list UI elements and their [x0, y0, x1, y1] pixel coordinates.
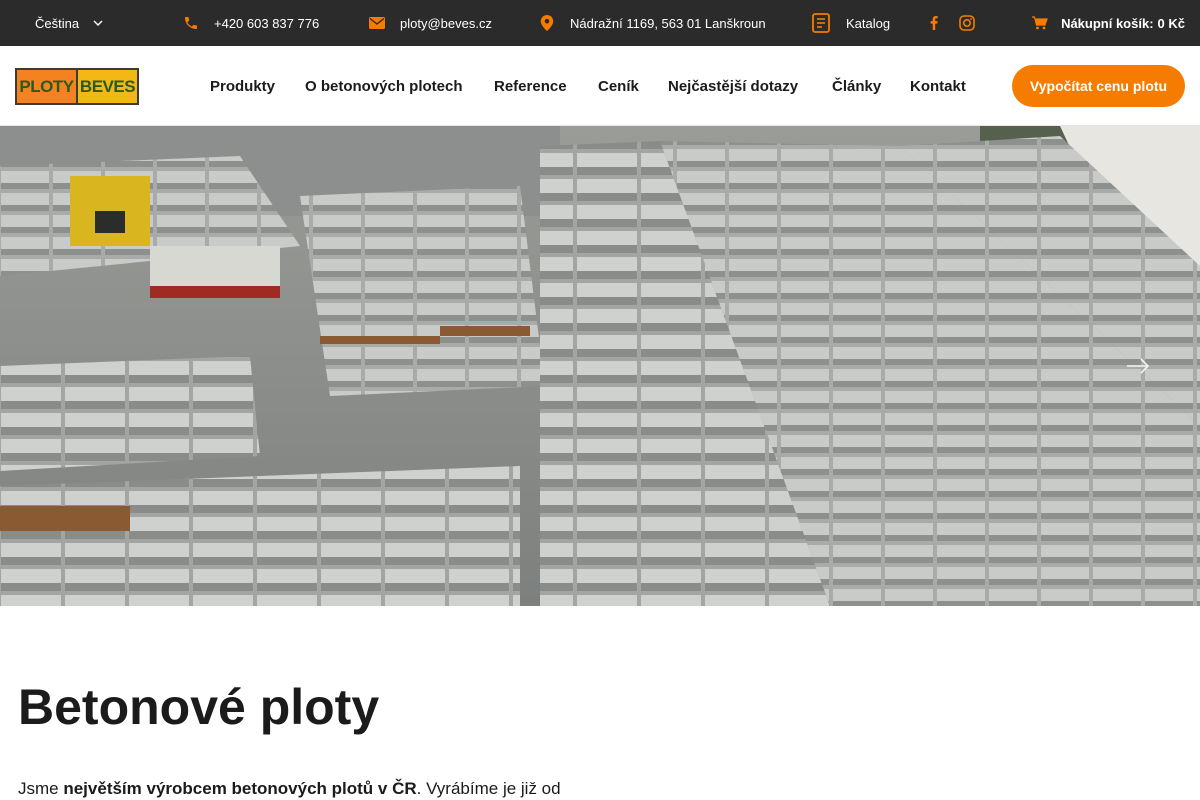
address-link[interactable]: Nádražní 1169, 563 01 Lanškroun — [538, 0, 766, 46]
map-pin-icon — [538, 14, 556, 32]
catalog-text: Katalog — [846, 15, 891, 31]
intro-bold: největším výrobcem betonových plotů v ČR — [63, 779, 417, 798]
logo[interactable]: PLOTY BEVES — [15, 68, 139, 105]
nav-item-reference[interactable]: Reference — [494, 46, 567, 126]
hero-slider — [0, 126, 1200, 606]
phone-icon — [182, 14, 200, 32]
phone-text: +420 603 837 776 — [214, 15, 320, 31]
catalog-link[interactable]: Katalog — [811, 0, 890, 46]
cart-link[interactable]: Nákupní košík: 0 Kč — [1031, 0, 1185, 46]
cart-value: 0 Kč — [1157, 15, 1185, 31]
facebook-link[interactable] — [930, 0, 938, 46]
address-text: Nádražní 1169, 563 01 Lanškroun — [570, 15, 766, 31]
language-selector[interactable]: Čeština — [35, 0, 105, 46]
calculate-price-button[interactable]: Vypočítat cenu plotu — [1012, 65, 1185, 107]
intro-end: . Vyrábíme je již od — [416, 779, 561, 798]
language-label: Čeština — [35, 15, 80, 31]
cart-icon — [1031, 14, 1049, 32]
logo-part-ploty: PLOTY — [17, 70, 78, 103]
nav-item-nejcastejsi-dotazy[interactable]: Nejčastější dotazy — [668, 46, 798, 126]
main-header: PLOTY BEVES Produkty O betonových plotec… — [0, 46, 1200, 126]
email-link[interactable]: ploty@beves.cz — [368, 0, 492, 46]
instagram-icon — [959, 15, 975, 31]
cart-label: Nákupní košík: — [1061, 15, 1154, 31]
nav-item-kontakt[interactable]: Kontakt — [910, 46, 966, 126]
nav-item-o-betonovych-plotech[interactable]: O betonových plotech — [305, 46, 463, 126]
intro-text: Jsme největším výrobcem betonových plotů… — [18, 779, 561, 799]
chevron-down-icon — [91, 16, 105, 30]
slider-next-button[interactable] — [1120, 348, 1156, 384]
instagram-link[interactable] — [959, 0, 975, 46]
arrow-right-icon — [1127, 358, 1150, 374]
hero-image — [0, 126, 1200, 606]
email-text: ploty@beves.cz — [400, 15, 492, 31]
document-icon — [811, 12, 831, 34]
logo-part-beves: BEVES — [78, 70, 137, 103]
nav-item-produkty[interactable]: Produkty — [210, 46, 275, 126]
facebook-icon — [930, 16, 938, 30]
page-title: Betonové ploty — [18, 679, 380, 735]
nav-item-cenik[interactable]: Ceník — [598, 46, 639, 126]
intro-start: Jsme — [18, 779, 64, 798]
nav-item-clanky[interactable]: Články — [832, 46, 881, 126]
top-bar: Čeština +420 603 837 776 ploty@beves.cz … — [0, 0, 1200, 46]
mail-icon — [368, 14, 386, 32]
phone-link[interactable]: +420 603 837 776 — [182, 0, 319, 46]
